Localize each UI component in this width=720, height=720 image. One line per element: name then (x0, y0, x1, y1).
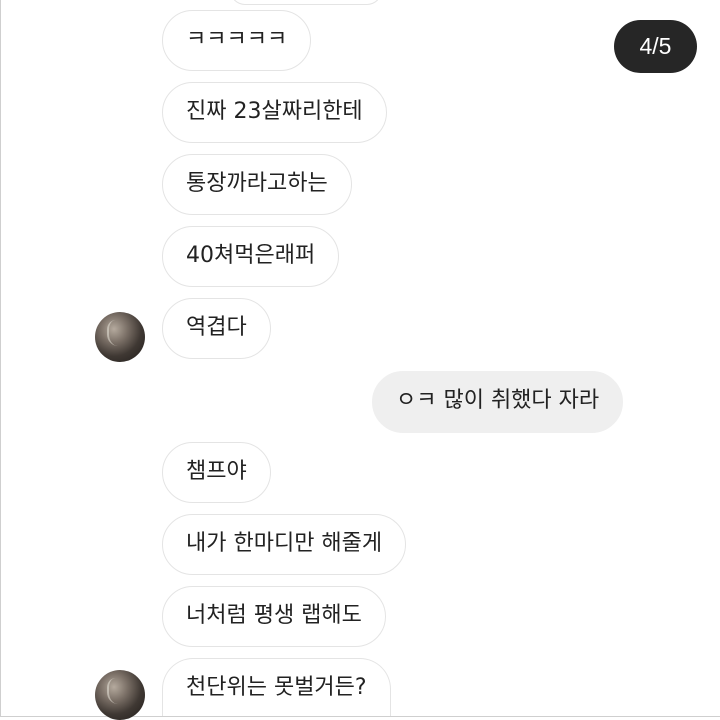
received-message-bubble: ㅋㅋㅋㅋㅋ (162, 10, 312, 71)
sender-avatar[interactable] (95, 312, 145, 362)
received-message-bubble: 너처럼 평생 랩해도 (162, 586, 386, 647)
received-message-bubble: 챔프야 (162, 442, 271, 503)
sender-avatar[interactable] (95, 670, 145, 720)
received-message-bubble: 40쳐먹은래퍼 (162, 226, 340, 287)
received-message-bubble: 천단위는 못벌거든? (162, 658, 391, 716)
received-message-bubble: 역겹다 (162, 298, 271, 359)
sent-message-bubble: ㅇㅋ 많이 취했다 자라 (372, 371, 624, 433)
received-message-bubble: 통장까라고하는 (162, 154, 352, 215)
page-indicator: 4/5 (614, 20, 697, 73)
received-message-bubble: 진짜 23살짜리한테 (162, 82, 387, 143)
previous-message-bubble-edge (230, 0, 382, 5)
received-message-bubble: 내가 한마디만 해줄게 (162, 514, 407, 575)
